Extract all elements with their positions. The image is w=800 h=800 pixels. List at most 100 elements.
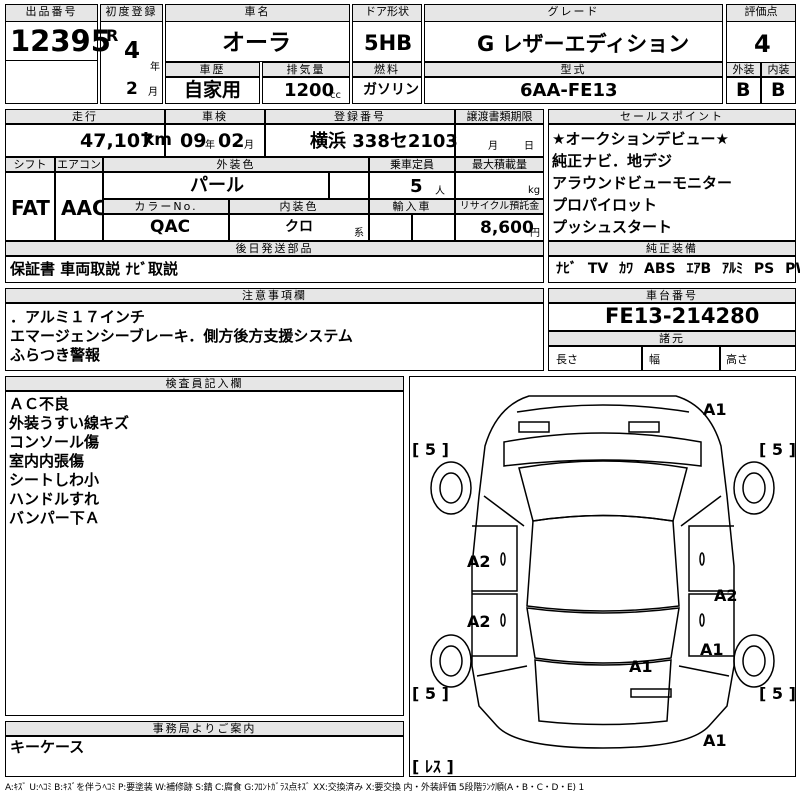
mileage-label: 走行 [5, 109, 165, 124]
equip-item: ｴｱB [686, 261, 712, 277]
model-label: 型式 [424, 62, 723, 77]
door-handle [699, 613, 705, 627]
equip-item: PS [753, 261, 775, 277]
lot-sub [5, 60, 98, 104]
tire-front-left [430, 461, 472, 515]
reg-year: 4 [124, 38, 141, 64]
inspector-line: 外装うすい線キズ [9, 414, 130, 432]
recycle-label: リサイクル預託金 [455, 199, 544, 214]
recycle-unit: 円 [530, 228, 540, 239]
int-color-label: 内装色 [229, 199, 369, 214]
note-line: ．アルミ１７インチ [10, 308, 145, 326]
capacity-label: 乗車定員 [369, 157, 455, 172]
equip-item: ﾅﾋﾞ [556, 261, 577, 277]
lot-label: 出品番号 [5, 4, 98, 22]
equip-item: PW [785, 261, 800, 277]
tire-rear-left [430, 634, 472, 688]
score-label: 評価点 [726, 4, 796, 22]
month-unit: 月 [148, 87, 158, 98]
damage-mark: A1 [629, 657, 653, 676]
spec-width: 幅 [649, 353, 660, 366]
first-reg-label: 初度登録 [100, 4, 163, 22]
year-unit: 年 [150, 62, 160, 73]
tire-label-fr: [ 5 ] [759, 440, 796, 459]
equip-item: ｶﾜ [619, 261, 634, 277]
reg-month: 2 [126, 79, 138, 99]
transfer-month: 月 [488, 141, 498, 152]
inspection-label: 車検 [165, 109, 265, 124]
insp-month-unit: 月 [244, 140, 254, 151]
car-name: オーラ [222, 30, 291, 56]
tire-front-right [733, 461, 775, 515]
spec-length: 長さ [556, 353, 578, 366]
grade: G レザーエディション [477, 32, 690, 56]
capacity-unit: 人 [435, 186, 445, 197]
int-grade: B [771, 79, 786, 101]
equipment-list: ﾅﾋﾞ TV ｶﾜ ABS ｴｱB ｱﾙﾐ PS PW [556, 262, 800, 276]
later-parts-label: 後日発送部品 [5, 241, 544, 256]
transfer-label: 譲渡書類期限 [455, 109, 544, 124]
damage-mark: A1 [703, 731, 727, 750]
inspector-line: シートしわ小 [9, 471, 100, 489]
tire-label-rr: [ 5 ] [759, 684, 796, 703]
roof [526, 514, 680, 612]
equip-item: ｱﾙﾐ [722, 261, 744, 277]
right-front-door [688, 525, 734, 592]
car-body-outline [471, 395, 735, 749]
office-text: キーケース [10, 738, 85, 756]
disp-label: 排気量 [262, 62, 350, 77]
name-label: 車名 [165, 4, 350, 22]
equip-item: ABS [644, 261, 676, 277]
model-code: 6AA-FE13 [520, 80, 618, 101]
sales-item: プッシュスタート [552, 218, 673, 236]
score: 4 [754, 30, 771, 58]
transfer-day: 日 [524, 141, 534, 152]
door-type: 5HB [364, 31, 413, 55]
equipment-label: 純正装備 [548, 241, 796, 256]
load-label: 最大積載量 [455, 157, 544, 172]
car-diagram: [ 5 ] [ 5 ] [ 5 ] [ 5 ] [ ﾚｽ ] A1 A2 A2 … [412, 395, 796, 776]
legend: A:ｷｽﾞ U:ﾍｺﾐ B:ｷｽﾞを伴うﾍｺﾐ P:要塗装 W:補修跡 S:錆 … [5, 783, 584, 793]
insp-year: 09 [180, 130, 207, 152]
specs-label: 諸元 [548, 331, 796, 346]
ext-color-code [329, 172, 369, 199]
int-color: クロ [285, 219, 313, 235]
later-parts: 保証書 車両取説 ﾅﾋﾞ取説 [10, 260, 178, 278]
insp-year-unit: 年 [205, 140, 215, 151]
note-line: エマージェンシーブレーキ．側方後方支援システム [10, 327, 353, 345]
headlight-left [518, 421, 550, 433]
door-handle [500, 613, 506, 627]
notes-list: ．アルミ１７インチ エマージェンシーブレーキ．側方後方支援システム ふらつき警報 [10, 308, 353, 365]
inspector-list: ＡＣ不良 外装うすい線キズ コンソール傷 室内内張傷 シートしわ小 ハンドルすれ… [9, 395, 129, 528]
ext-grade: B [736, 79, 751, 101]
int-color-code: 系 [354, 228, 364, 239]
recycle: 8,600 [480, 218, 534, 238]
ac: AAC [61, 196, 107, 220]
color-no: QAC [150, 217, 191, 237]
damage-mark: A2 [467, 612, 491, 631]
lot-number: 12395 [10, 24, 111, 58]
grade-label: グレード [424, 4, 723, 22]
door-label: ドア形状 [352, 4, 422, 22]
tire-label-fl: [ 5 ] [412, 440, 449, 459]
capacity: 5 [410, 176, 423, 197]
fuel-label: 燃料 [352, 62, 422, 77]
notes-label: 注意事項欄 [5, 288, 544, 303]
windshield [518, 460, 688, 522]
door-handle [699, 552, 705, 566]
shift: FAT [11, 196, 50, 220]
chassis-label: 車台番号 [548, 288, 796, 303]
era: R [106, 26, 119, 45]
note-line: ふらつき警報 [10, 346, 101, 364]
sales-item: プロパイロット [552, 196, 658, 214]
spec-height: 高さ [726, 353, 748, 366]
reg-label: 登録番号 [265, 109, 455, 124]
damage-mark: A2 [467, 552, 491, 571]
sales-item: アラウンドビューモニター [552, 174, 733, 192]
fuel: ガソリン [363, 82, 419, 98]
spare-label: [ ﾚｽ ] [412, 757, 454, 776]
rear-plate [630, 688, 672, 698]
rear-window [526, 607, 680, 664]
ext-label: 外装 [726, 62, 761, 77]
door-handle [500, 552, 506, 566]
